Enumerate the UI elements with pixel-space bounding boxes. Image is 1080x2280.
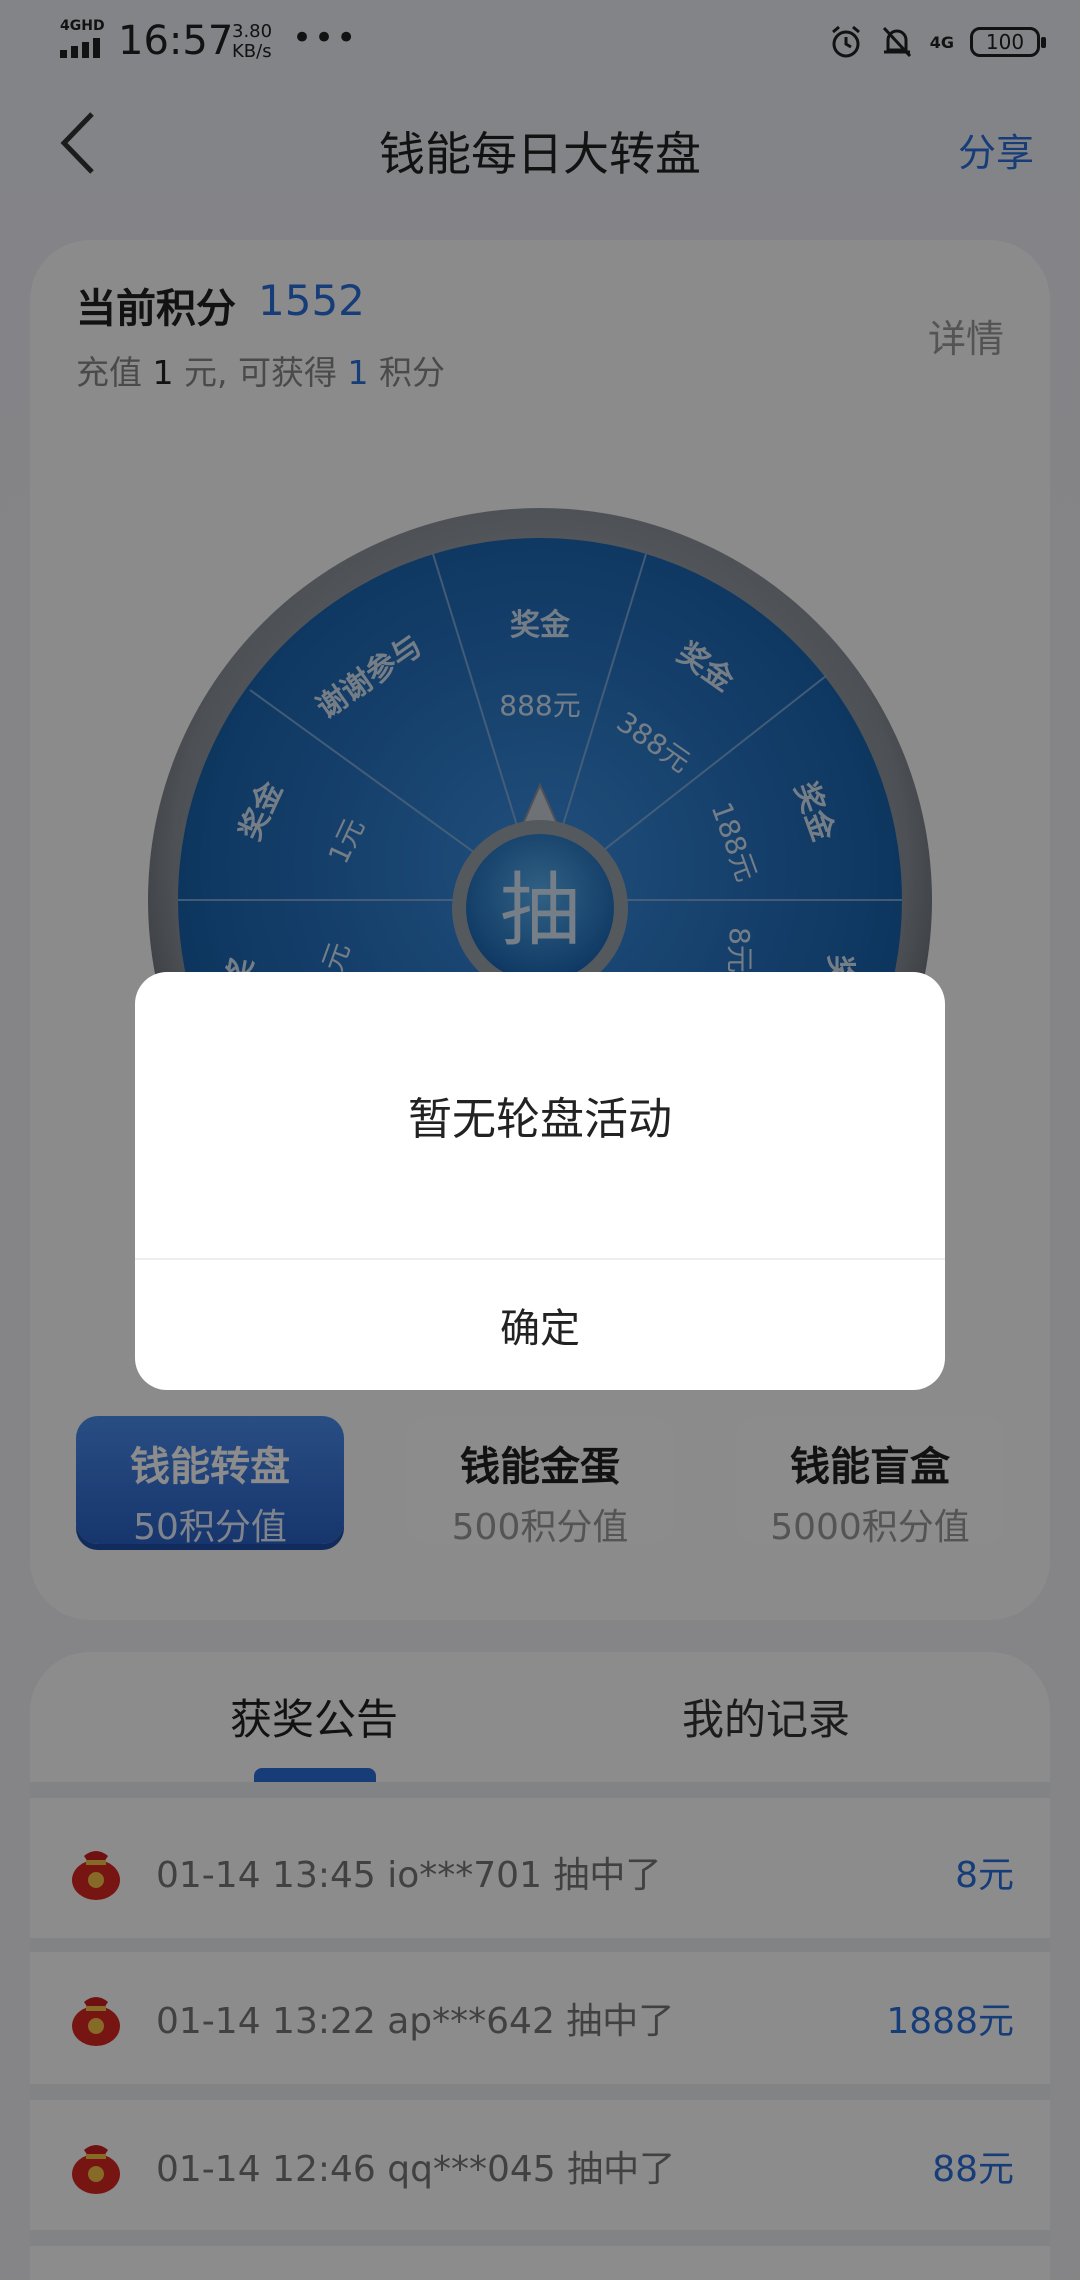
dialog-message: 暂无轮盘活动 bbox=[408, 1094, 672, 1145]
confirm-button[interactable]: 确定 bbox=[135, 1260, 945, 1390]
alert-dialog: 暂无轮盘活动 确定 bbox=[135, 972, 945, 1390]
